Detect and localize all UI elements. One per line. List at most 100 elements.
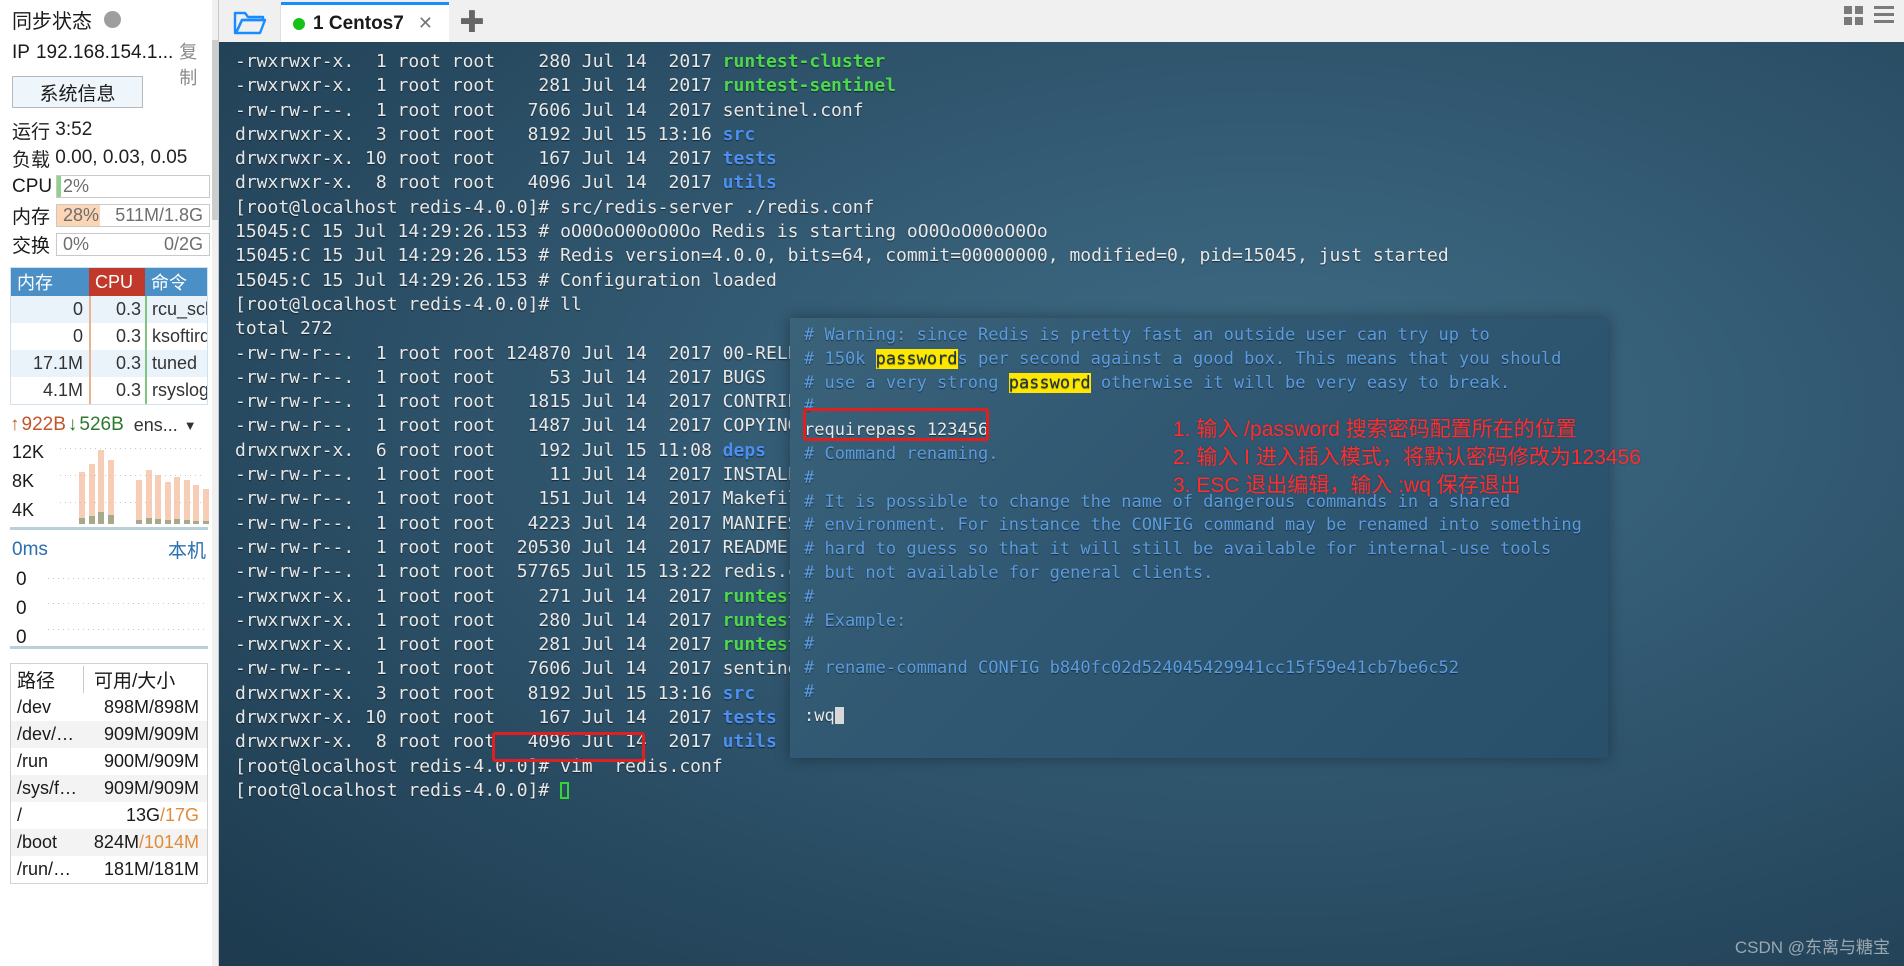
ip-label: IP [12, 42, 30, 63]
meter-detail: 511M/1.8G [115, 205, 203, 225]
net-upload-value: 922B [21, 414, 66, 435]
col-header-avail-size[interactable]: 可用/大小 [83, 665, 207, 693]
vim-line: # but not available for general clients. [804, 562, 1608, 586]
process-row[interactable]: 17.1M 0.3 tuned [11, 350, 207, 377]
vim-status-line: :wq [804, 705, 1608, 729]
net-bar-base [193, 520, 199, 524]
disk-avail-size: 824M/1014M [93, 832, 199, 852]
ping-gridline [48, 628, 204, 630]
ping-host-label[interactable]: 本机 [168, 536, 206, 563]
net-bar [98, 450, 104, 524]
copy-ip-button[interactable]: 复制 [179, 38, 210, 90]
net-bar [145, 470, 152, 524]
net-bar-base [183, 519, 190, 524]
sidebar-scrollbar-thumb[interactable] [212, 40, 218, 220]
disk-avail-size: 900M/909M [103, 751, 199, 771]
vim-line-text: s per second against a good box. This me… [957, 348, 1562, 369]
meter-row-内存: 内存 28% 511M/1.8G [8, 201, 210, 230]
net-axis-label-0: 12K [12, 442, 45, 462]
terminal-line: [root@localhost redis-4.0.0]# ll [235, 293, 582, 315]
terminal-tab-centos7[interactable]: 1 Centos7 ✕ [281, 2, 449, 42]
disk-path: /sys/f… [17, 778, 78, 798]
col-header-path[interactable]: 路径 [11, 666, 83, 693]
terminal-filename: runtest [722, 585, 799, 607]
disk-row[interactable]: /boot 824M/1014M [11, 829, 207, 856]
terminal-line: -rw-rw-r--. 1 root root 7606 Jul 14 2017… [235, 99, 864, 121]
ping-header: 0ms 本机 [8, 536, 210, 563]
process-row[interactable]: 0 0.3ksoftirqd [11, 323, 207, 350]
ping-axis-label-2: 0 [16, 627, 27, 648]
terminal-pane: 1 Centos7 ✕ ✚ -rwxrwxr-x. 1 root root 28… [219, 0, 1904, 966]
tab-title: 1 Centos7 [313, 12, 404, 34]
net-bar [107, 460, 114, 524]
sync-status-row: 同步状态 [8, 0, 210, 38]
disk-path: /dev [17, 697, 52, 717]
disk-row[interactable]: /run/… 181M/181M [11, 856, 207, 883]
process-table[interactable]: 内存 CPU 命令 00.3rcu_sche00.3ksoftirqd17.1M… [10, 267, 208, 405]
vim-line-text: otherwise it will be very easy to break. [1090, 372, 1511, 393]
terminal-cursor [560, 781, 570, 799]
disk-usage-table: 路径 可用/大小 /dev 898M/898M/dev/… 909M/909M/ru… [10, 663, 208, 884]
vim-line-text: # [804, 586, 815, 607]
instruction-annotation: 2. 输入 I 进入插入模式，将默认密码修改为123456 [1173, 446, 1641, 469]
terminal-line: -rwxrwxr-x. 1 root root 281 Jul 14 2017 … [235, 75, 897, 97]
meter-percent: 0% [63, 234, 90, 254]
load-value: 0.00, 0.03, 0.05 [55, 147, 188, 168]
network-interface-select[interactable]: ens... [134, 415, 178, 436]
col-header-cmd[interactable]: 命令 [145, 268, 207, 296]
net-bar-base [174, 519, 180, 524]
meter-row-CPU: CPU 2% [8, 172, 210, 201]
ip-row: IP 192.168.154.1... 复制 [8, 38, 210, 88]
disk-row[interactable]: /dev 898M/898M [11, 694, 207, 721]
system-info-button[interactable]: 系统信息 [12, 76, 143, 108]
toolbar-right [1844, 6, 1894, 25]
net-bar-base [155, 518, 161, 524]
sidebar-scrollbar[interactable] [212, 0, 218, 966]
net-bar [155, 475, 161, 524]
disk-row[interactable]: /run 900M/909M [11, 748, 207, 775]
process-row[interactable]: 4.1M 0.3rsyslogd [11, 377, 207, 404]
ping-latency-value: 0ms [12, 538, 48, 560]
vim-line-text: # Example: [804, 610, 907, 631]
terminal-filename: tests [722, 148, 777, 170]
process-cell-mem: 4.1M [42, 380, 83, 400]
terminal-filename: runtest-sentinel [722, 75, 897, 97]
grid-layout-icon[interactable] [1844, 6, 1863, 25]
vim-line-text: # Command renaming. [804, 443, 999, 464]
disk-avail-size: 898M/898M [103, 697, 199, 717]
process-cell-mem: 0 [72, 299, 83, 319]
disk-row[interactable]: /dev/… 909M/909M [11, 721, 207, 748]
net-bar [88, 463, 95, 524]
terminal-filename: deps [722, 439, 767, 461]
process-table-header: 内存 CPU 命令 [11, 268, 207, 296]
folder-open-icon[interactable] [219, 4, 281, 42]
net-bar-base [202, 521, 209, 524]
disk-row[interactable]: /sys/f… 909M/909M [11, 775, 207, 802]
uptime-row: 运行 3:52 [8, 116, 210, 144]
close-icon[interactable]: ✕ [418, 13, 433, 34]
connected-dot-icon [293, 17, 305, 30]
instruction-annotation: 1. 输入 /password 搜索密码配置所在的位置 [1173, 418, 1577, 441]
process-cell-mem: 0 [72, 326, 83, 346]
new-tab-button[interactable]: ✚ [449, 2, 495, 42]
terminal-prompt-last[interactable]: [root@localhost redis-4.0.0]# [235, 779, 1904, 803]
network-chart-plot [60, 440, 256, 524]
net-bar [202, 488, 209, 524]
terminal-line: 15045:C 15 Jul 14:29:26.153 # Redis vers… [235, 245, 1449, 267]
chevron-down-icon[interactable]: ▼ [184, 418, 197, 433]
vim-editor-window[interactable]: # Warning: since Redis is pretty fast an… [790, 318, 1608, 758]
col-header-cpu[interactable]: CPU [89, 268, 145, 296]
disk-path: /boot [17, 832, 58, 852]
vim-line: # Example: [804, 610, 1608, 634]
resource-meters: CPU 2% 内存 28% 511M/1.8G 交换 0% 0/2G [8, 172, 210, 259]
process-row[interactable]: 0 0.3rcu_sche [11, 296, 207, 323]
vim-search-match: password [875, 348, 958, 369]
col-header-mem[interactable]: 内存 [11, 268, 89, 296]
terminal-line: 15045:C 15 Jul 14:29:26.153 # oO0OoO00oO… [235, 221, 1048, 243]
terminal-filename: utils [722, 172, 777, 194]
hamburger-menu-icon[interactable] [1874, 6, 1894, 25]
vim-line: # hard to guess so that it will still be… [804, 538, 1608, 562]
disk-row[interactable]: / 13G/17G [11, 802, 207, 829]
meter-label: CPU [12, 175, 53, 197]
disk-path: / [17, 805, 23, 825]
